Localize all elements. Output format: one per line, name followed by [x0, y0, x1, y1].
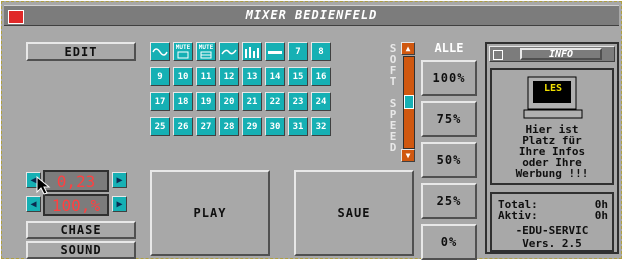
- level-button-1[interactable]: 75%: [421, 101, 477, 137]
- speed-down-button[interactable]: ▼: [401, 149, 415, 162]
- mute-icon[interactable]: MUTE: [173, 42, 193, 61]
- channel-button[interactable]: 26: [173, 117, 193, 136]
- sound-button[interactable]: SOUND: [26, 241, 136, 259]
- line-icon[interactable]: [265, 42, 285, 61]
- level-button-0[interactable]: 100%: [421, 60, 477, 96]
- level-button-4[interactable]: 0%: [421, 224, 477, 260]
- info-title: INFO: [520, 48, 602, 60]
- status-box: Total: 0h Aktiv: 0h -EDU-SERVIC Vers. 2.5: [490, 192, 614, 252]
- bars-icon[interactable]: [242, 42, 262, 61]
- wave-icon[interactable]: [219, 42, 239, 61]
- company-label: -EDU-SERVIC: [515, 224, 589, 237]
- mute-all-icon: [200, 51, 212, 59]
- speed-slider-thumb[interactable]: [404, 95, 414, 109]
- title-bar[interactable]: MIXER BEDIENFELD: [4, 5, 619, 26]
- info-message-box: LES Hier ist Platz für Ihre Infos oder Ihre…: [490, 68, 614, 185]
- channel-button[interactable]: 30: [265, 117, 285, 136]
- channel-button[interactable]: 16: [311, 67, 331, 86]
- percent-display: 100,%: [43, 194, 109, 216]
- channel-button[interactable]: 32: [311, 117, 331, 136]
- version-label: Vers. 2.5: [522, 237, 582, 250]
- speed-up-button[interactable]: ▲: [401, 42, 415, 55]
- speed-letter: P: [389, 108, 397, 121]
- info-close-button[interactable]: [493, 50, 503, 60]
- speed-letter: E: [389, 130, 397, 143]
- chase-button[interactable]: CHASE: [26, 221, 136, 239]
- channel-button[interactable]: 27: [196, 117, 216, 136]
- mouse-pointer-icon: [36, 176, 51, 195]
- sine-wave-icon: [152, 47, 168, 56]
- channel-button[interactable]: 22: [265, 92, 285, 111]
- channel-button[interactable]: 24: [311, 92, 331, 111]
- info-panel: INFO LES Hier ist Platz für Ihre Infos oder…: [485, 42, 619, 254]
- percent-increase-button[interactable]: ▶: [112, 196, 127, 212]
- bars-icon: [245, 46, 259, 58]
- time-display: 0,23: [43, 170, 109, 192]
- channel-button[interactable]: 11: [196, 67, 216, 86]
- save-button[interactable]: SAUE: [294, 170, 414, 256]
- speed-letter: T: [389, 75, 397, 88]
- info-message-line: Werbung !!!: [515, 167, 589, 180]
- channel-button[interactable]: 13: [242, 67, 262, 86]
- channel-button[interactable]: 28: [219, 117, 239, 136]
- channel-button[interactable]: 29: [242, 117, 262, 136]
- speed-label: SOFTSPEED: [386, 42, 400, 162]
- speed-letter: O: [389, 53, 397, 66]
- channel-button[interactable]: 14: [265, 67, 285, 86]
- channel-button[interactable]: 21: [242, 92, 262, 111]
- sine-wave-icon[interactable]: [150, 42, 170, 61]
- window-title: MIXER BEDIENFELD: [245, 8, 378, 22]
- mixer-window: MIXER BEDIENFELD EDIT MUTE MUTE SOFTSPEE…: [1, 1, 622, 260]
- info-message: Hier ist Platz für Ihre Infos oder Ihre Werb…: [492, 124, 612, 179]
- channel-button[interactable]: 23: [288, 92, 308, 111]
- info-header: INFO: [489, 46, 615, 62]
- channel-button[interactable]: 8: [311, 42, 331, 61]
- channel-button[interactable]: 12: [219, 67, 239, 86]
- speed-letter: D: [389, 141, 397, 154]
- alle-label: ALLE: [434, 41, 464, 55]
- time-increase-button[interactable]: ▶: [112, 172, 127, 188]
- speed-letter: E: [389, 119, 397, 132]
- speed-letter: S: [389, 97, 397, 110]
- speed-letter: F: [389, 64, 397, 77]
- level-button-2[interactable]: 50%: [421, 142, 477, 178]
- edit-button[interactable]: EDIT: [26, 42, 136, 61]
- channel-button[interactable]: 15: [288, 67, 308, 86]
- play-button[interactable]: PLAY: [150, 170, 270, 256]
- mute-all-icon[interactable]: MUTE: [196, 42, 216, 61]
- line-icon: [268, 50, 282, 54]
- level-button-3[interactable]: 25%: [421, 183, 477, 219]
- channel-button[interactable]: 31: [288, 117, 308, 136]
- channel-button[interactable]: 9: [150, 67, 170, 86]
- channel-button[interactable]: 20: [219, 92, 239, 111]
- channel-button[interactable]: 18: [173, 92, 193, 111]
- channel-button[interactable]: 7: [288, 42, 308, 61]
- channel-button[interactable]: 10: [173, 67, 193, 86]
- channel-button[interactable]: 25: [150, 117, 170, 136]
- percent-decrease-button[interactable]: ◀: [26, 196, 41, 212]
- speed-letter: S: [389, 42, 397, 55]
- mute-icon: [177, 51, 189, 59]
- aktiv-row: Aktiv: 0h: [498, 209, 608, 222]
- channel-button[interactable]: 17: [150, 92, 170, 111]
- channel-button[interactable]: 19: [196, 92, 216, 111]
- wave-icon: [221, 49, 237, 54]
- monitor-text: LES: [543, 83, 563, 94]
